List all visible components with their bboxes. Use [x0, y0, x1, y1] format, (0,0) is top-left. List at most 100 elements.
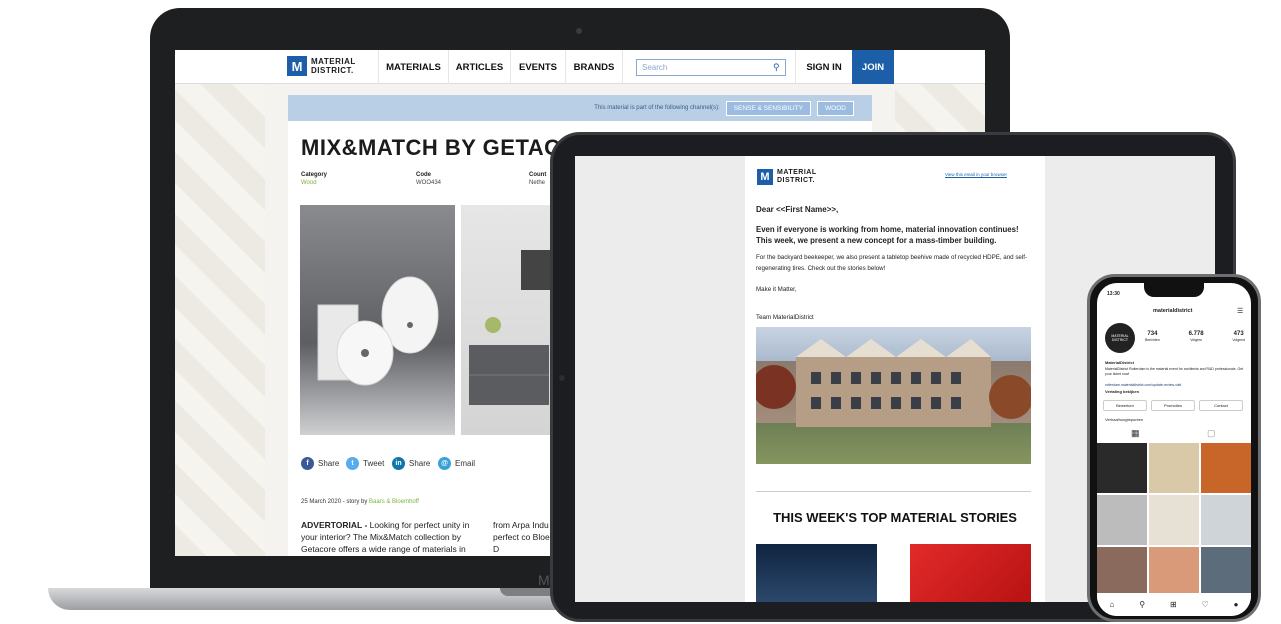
post-thumbnail[interactable]: [1149, 443, 1199, 493]
stat-posts[interactable]: 734 Berichten: [1145, 331, 1160, 343]
stat-followers[interactable]: 6.778 Volgers: [1189, 331, 1204, 343]
nav-events[interactable]: EVENTS: [510, 50, 565, 84]
search-icon[interactable]: ⚲: [1139, 600, 1145, 609]
post-thumbnail[interactable]: [1201, 495, 1251, 545]
share-email-label: Email: [455, 459, 476, 468]
building-illustration: [752, 339, 1033, 427]
newsletter-email: M MATERIAL DISTRICT. View this email in y…: [745, 156, 1045, 602]
article-text-left: ADVERTORIAL - Looking for perfect unity …: [301, 519, 483, 555]
add-post-icon[interactable]: ⊞: [1170, 600, 1177, 609]
bottom-tab-bar: ⌂ ⚲ ⊞ ♡ ●: [1097, 593, 1251, 616]
phone-screen: 13:30 materialdistrict ☰ MATERIAL DISTRIC…: [1097, 283, 1251, 616]
tagged-icon[interactable]: ▢: [1207, 428, 1216, 439]
post-thumbnail[interactable]: [1201, 547, 1251, 597]
email-logo-line1: MATERIAL: [777, 169, 817, 176]
share-email[interactable]: @ Email: [438, 457, 475, 470]
meta-code-value: WOO434: [416, 180, 442, 186]
join-button[interactable]: JOIN: [852, 50, 894, 84]
logo-mark-icon: M: [757, 169, 773, 185]
email-lead: Even if everyone is working from home, m…: [756, 225, 1019, 245]
post-thumbnail[interactable]: [1201, 443, 1251, 493]
device-mockup-scene: M M MATERIAL DISTRICT. MATERIALS ARTICLES…: [0, 0, 1281, 624]
search-icon[interactable]: ⚲: [773, 62, 780, 73]
article-author-link[interactable]: Baars & Bloemhoff: [369, 499, 419, 505]
email-section-heading: THIS WEEK'S TOP MATERIAL STORIES: [773, 510, 1017, 525]
twitter-icon: t: [346, 457, 359, 470]
logo-mark-icon: M: [287, 56, 307, 76]
story-thumbnail-1[interactable]: [756, 544, 877, 602]
meta-country-value: Nethe: [529, 180, 546, 186]
meta-country-label: Count: [529, 172, 547, 178]
story-highlights-label[interactable]: Verhaalhoogtepunten: [1105, 417, 1143, 423]
phone-notch: [1144, 283, 1204, 297]
grid-view-icon[interactable]: ▦: [1131, 428, 1140, 439]
menu-icon[interactable]: ☰: [1237, 307, 1243, 315]
email-team: Team MaterialDistrict: [756, 314, 814, 321]
email-icon: @: [438, 457, 451, 470]
nav-materials[interactable]: MATERIALS: [378, 50, 448, 84]
profile-avatar[interactable]: MATERIAL DISTRICT: [1105, 323, 1135, 353]
email-hero-image[interactable]: [752, 327, 1033, 464]
story-thumbnail-2[interactable]: [910, 544, 1031, 602]
home-icon[interactable]: ⌂: [1109, 600, 1114, 609]
search-input[interactable]: Search: [636, 59, 786, 76]
post-thumbnail[interactable]: [1097, 443, 1147, 493]
profile-username[interactable]: materialdistrict: [1153, 308, 1192, 314]
site-logo[interactable]: M MATERIAL DISTRICT.: [287, 56, 356, 76]
channel-pill-sense[interactable]: SENSE & SENSIBILITY: [725, 100, 812, 116]
bio-name: MaterialDistrict: [1105, 360, 1134, 365]
share-twitter-label: Tweet: [363, 459, 385, 468]
bio-text: MaterialDistrict Rotterdam is the materi…: [1105, 367, 1244, 376]
meta-code-label: Code: [416, 172, 431, 178]
basins-illustration: [317, 276, 439, 386]
email-logo[interactable]: M MATERIAL DISTRICT.: [757, 169, 817, 185]
nav-brands[interactable]: BRANDS: [565, 50, 623, 84]
post-thumbnail[interactable]: [1149, 547, 1199, 597]
status-time: 13:30: [1107, 291, 1120, 297]
meta-category: Category Wood: [301, 172, 327, 186]
email-greeting: Dear <<First Name>>,: [756, 205, 839, 214]
profile-icon[interactable]: ●: [1234, 600, 1239, 609]
share-linkedin[interactable]: in Share: [392, 457, 430, 470]
email-body: For the backyard beekeeper, we also pres…: [756, 254, 1028, 272]
post-thumbnail[interactable]: [1097, 495, 1147, 545]
contact-button[interactable]: Contact: [1199, 400, 1243, 411]
email-signoff: Make it Matter,: [756, 286, 797, 293]
share-twitter[interactable]: t Tweet: [346, 457, 384, 470]
post-thumbnail[interactable]: [1097, 547, 1147, 597]
stat-followers-label: Volgers: [1190, 338, 1202, 342]
channel-text: This material is part of the following c…: [594, 105, 720, 111]
meta-code: Code WOO434: [416, 172, 441, 186]
channel-bar: This material is part of the following c…: [288, 95, 872, 121]
meta-category-value[interactable]: Wood: [301, 180, 327, 186]
email-divider: [756, 491, 1031, 492]
linkedin-icon: in: [392, 457, 405, 470]
share-linkedin-label: Share: [409, 459, 431, 468]
tablet-camera: [559, 375, 565, 381]
laptop-base-label: M: [538, 572, 550, 588]
logo-line1: MATERIAL: [311, 57, 356, 66]
facebook-icon: f: [301, 457, 314, 470]
posts-grid: [1097, 443, 1251, 597]
promotions-button[interactable]: Promoties: [1151, 400, 1195, 411]
nav-articles[interactable]: ARTICLES: [448, 50, 510, 84]
stat-following[interactable]: 473 Volgend: [1232, 331, 1245, 343]
meta-country: Count Nethe: [529, 172, 546, 186]
view-in-browser-link[interactable]: View this email in your browser: [945, 172, 1007, 177]
product-image-basins[interactable]: [300, 205, 455, 435]
channel-pill-wood[interactable]: WOOD: [817, 100, 854, 116]
bio-link[interactable]: rotterdam.materialdistrict.com/update-re…: [1105, 382, 1245, 388]
profile-stats: 734 Berichten 6.778 Volgers 473 Volgend: [1145, 331, 1245, 343]
stat-following-label: Volgend: [1232, 338, 1245, 342]
email-logo-line2: DISTRICT.: [777, 177, 815, 184]
heart-icon[interactable]: ♡: [1202, 600, 1209, 609]
product-title: MIX&MATCH BY GETAC: [301, 135, 561, 160]
see-translation-link[interactable]: Vertaling bekijken: [1105, 389, 1139, 395]
edit-profile-button[interactable]: Bewerken: [1103, 400, 1147, 411]
sign-in-link[interactable]: SIGN IN: [795, 50, 852, 84]
laptop-camera: [576, 28, 582, 34]
logo-line2: DISTRICT.: [311, 66, 354, 75]
post-thumbnail[interactable]: [1149, 495, 1199, 545]
share-facebook[interactable]: f Share: [301, 457, 339, 470]
article-label: ADVERTORIAL -: [301, 520, 368, 530]
